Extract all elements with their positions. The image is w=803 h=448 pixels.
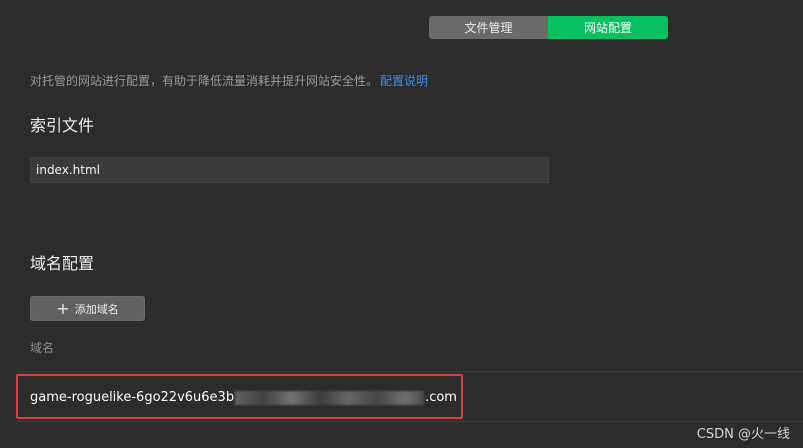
domain-column-header: 域名 [30, 341, 55, 355]
highlight-box [16, 374, 463, 419]
tab-bar: 文件管理 网站配置 [429, 16, 668, 39]
add-domain-button[interactable]: + 添加域名 [30, 296, 145, 321]
description-text: 对托管的网站进行配置，有助于降低流量消耗并提升网站安全性。 [30, 74, 379, 88]
add-domain-label: 添加域名 [74, 302, 119, 316]
config-help-link[interactable]: 配置说明 [380, 74, 428, 88]
index-file-title: 索引文件 [30, 116, 95, 135]
table-divider-bottom [17, 421, 803, 422]
table-divider-top [17, 371, 803, 372]
domain-config-title: 域名配置 [30, 254, 95, 273]
plus-icon: + [56, 298, 70, 318]
tab-site-config[interactable]: 网站配置 [548, 16, 668, 39]
tab-file-management[interactable]: 文件管理 [429, 16, 548, 39]
config-description: 对托管的网站进行配置，有助于降低流量消耗并提升网站安全性。 配置说明 [30, 72, 428, 89]
index-file-input[interactable] [30, 157, 549, 183]
watermark: CSDN @火一线 [696, 427, 790, 442]
